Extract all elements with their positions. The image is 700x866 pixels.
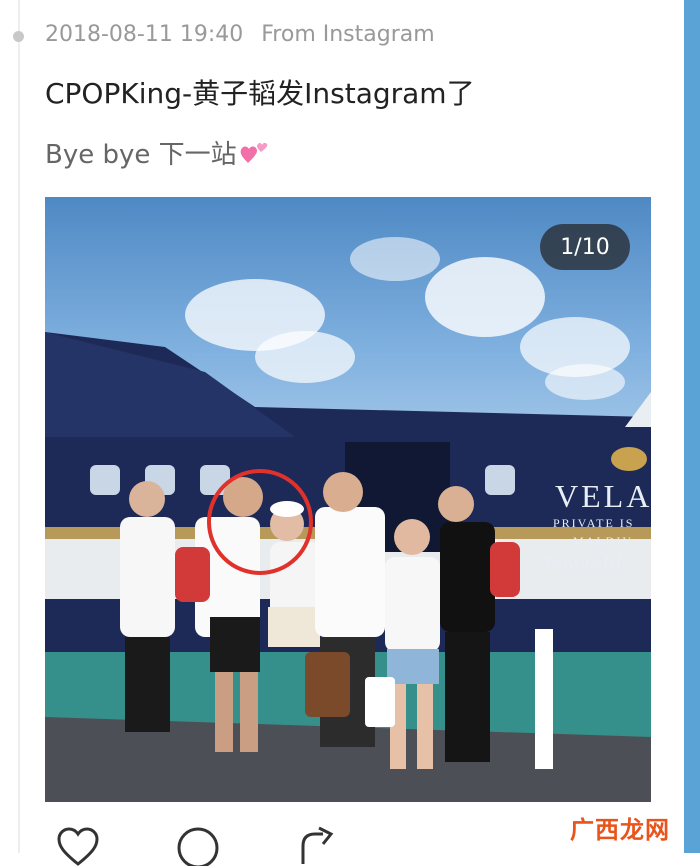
post-date: 2018-08-11 19:40 <box>45 22 244 47</box>
heart-icon[interactable] <box>55 826 101 866</box>
two-hearts-icon <box>240 142 267 163</box>
post-source[interactable]: From Instagram <box>261 22 434 47</box>
post-caption: Bye bye 下一站 <box>45 134 269 171</box>
image-counter: 1/10 <box>540 224 630 270</box>
cloud <box>350 237 440 281</box>
cloud <box>545 364 625 400</box>
cloud <box>255 331 355 383</box>
post-actions <box>45 826 365 866</box>
site-watermark: 广西龙网 <box>570 810 670 844</box>
plane-tail <box>625 392 651 427</box>
photo-scene: VELA PRIVATE IS MALDIV Private Isl <box>45 237 651 802</box>
post-photo[interactable]: VELA PRIVATE IS MALDIV Private Isl 1/10 <box>45 197 651 802</box>
timeline-dot <box>13 31 24 42</box>
livery-line1: PRIVATE IS <box>553 516 634 530</box>
caption-text: Bye bye 下一站 <box>45 140 237 170</box>
cloud <box>425 257 545 337</box>
comment-icon[interactable] <box>175 826 221 866</box>
plane-window <box>90 465 120 495</box>
livery-line2: MALDIV <box>573 534 633 548</box>
timeline-line <box>18 0 20 853</box>
share-icon[interactable] <box>295 826 341 866</box>
post-title[interactable]: CPOPKing-黄子韬发Instagram了 <box>45 72 475 112</box>
livery-script: Private Isl <box>544 553 620 573</box>
scroll-edge <box>684 0 700 853</box>
plane-window <box>485 465 515 495</box>
post-meta: 2018-08-11 19:40 From Instagram <box>45 22 435 47</box>
livery-logo <box>611 447 647 471</box>
livery-brand: VELA <box>555 478 651 514</box>
person <box>120 481 175 732</box>
dock-post <box>535 629 553 769</box>
